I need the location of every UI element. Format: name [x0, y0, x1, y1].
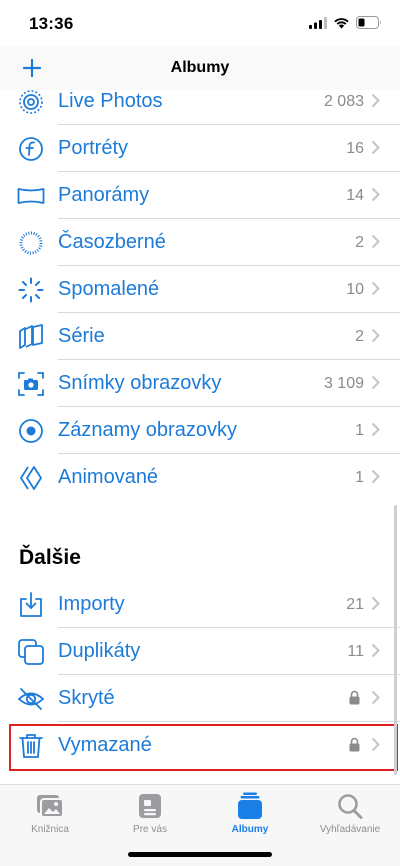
album-row-slomo[interactable]: Spomalené 10	[0, 266, 400, 313]
duplicates-icon	[18, 639, 44, 665]
hidden-eye-icon	[17, 688, 45, 710]
timelapse-icon	[19, 231, 43, 255]
animated-icon	[20, 466, 42, 490]
album-row-burst[interactable]: Série 2	[0, 313, 400, 360]
chevron-right-icon	[371, 690, 380, 705]
scroll-indicator[interactable]	[394, 505, 397, 775]
tab-for-you[interactable]: Pre vás	[100, 792, 200, 842]
chevron-right-icon	[371, 234, 380, 249]
status-icons	[309, 16, 382, 29]
album-count: 1	[355, 422, 364, 439]
panorama-icon	[17, 188, 45, 204]
screenshot-icon	[18, 372, 44, 396]
album-label: Importy	[58, 593, 125, 615]
album-label: Záznamy obrazovky	[58, 419, 237, 441]
album-count: 16	[346, 140, 364, 157]
home-indicator	[128, 852, 272, 857]
album-label: Duplikáty	[58, 640, 141, 662]
import-icon	[20, 592, 42, 617]
battery-icon	[356, 16, 381, 29]
album-label: Snímky obrazovky	[58, 372, 222, 394]
album-label: Skryté	[58, 687, 115, 709]
chevron-right-icon	[371, 93, 380, 108]
album-row-panoramas[interactable]: Panorámy 14	[0, 172, 400, 219]
albums-list[interactable]: Live Photos 2 083 Portréty 16 Panorámy 1…	[0, 90, 400, 784]
highlight-box	[9, 724, 398, 771]
wifi-icon	[334, 17, 349, 28]
for-you-icon	[139, 794, 161, 818]
status-time: 13:36	[29, 14, 74, 33]
chevron-right-icon	[371, 422, 380, 437]
chevron-right-icon	[371, 187, 380, 202]
album-label: Panorámy	[58, 184, 150, 206]
tab-label: Albumy	[231, 824, 269, 835]
tab-label: Pre vás	[133, 824, 167, 835]
album-label: Portréty	[58, 137, 129, 159]
navigation-bar: Albumy	[0, 46, 400, 90]
album-row-imports[interactable]: Importy 21	[0, 581, 400, 628]
chevron-right-icon	[371, 140, 380, 155]
tab-label: Vyhľadávanie	[319, 824, 381, 835]
album-row-animated[interactable]: Animované 1	[0, 454, 400, 501]
album-row-portraits[interactable]: Portréty 16	[0, 125, 400, 172]
albums-icon	[238, 792, 262, 819]
portrait-icon	[19, 137, 43, 161]
page-title: Albumy	[170, 59, 230, 76]
lock-icon	[349, 690, 360, 705]
chevron-right-icon	[371, 596, 380, 611]
album-row-screenshots[interactable]: Snímky obrazovky 3 109	[0, 360, 400, 407]
album-row-screen-recordings[interactable]: Záznamy obrazovky 1	[0, 407, 400, 454]
live-photo-icon	[19, 90, 43, 114]
chevron-right-icon	[371, 281, 380, 296]
library-icon	[37, 795, 64, 818]
album-label: Spomalené	[58, 278, 160, 300]
album-row-live-photos[interactable]: Live Photos 2 083	[0, 90, 400, 125]
slomo-icon	[18, 277, 44, 303]
album-count: 2	[355, 328, 364, 345]
album-label: Série	[58, 325, 105, 347]
album-row-timelapse[interactable]: Časozberné 2	[0, 219, 400, 266]
tab-label: Knižnica	[31, 824, 69, 835]
album-count: 21	[346, 596, 364, 613]
album-label: Animované	[58, 466, 159, 488]
album-label: Live Photos	[58, 90, 163, 112]
tab-albums[interactable]: Albumy	[200, 792, 300, 842]
album-count: 1	[355, 469, 364, 486]
tab-library[interactable]: Knižnica	[0, 792, 100, 842]
album-label: Časozberné	[58, 231, 166, 253]
tab-search[interactable]: Vyhľadávanie	[300, 792, 400, 842]
album-count: 11	[347, 643, 364, 660]
album-row-hidden[interactable]: Skryté	[0, 675, 400, 722]
chevron-right-icon	[371, 328, 380, 343]
screen-recording-icon	[19, 419, 43, 443]
album-count: 2	[355, 234, 364, 251]
chevron-right-icon	[371, 469, 380, 484]
search-icon	[338, 794, 363, 819]
chevron-right-icon	[371, 643, 380, 658]
status-bar: 13:36	[0, 0, 400, 46]
album-row-duplicates[interactable]: Duplikáty 11	[0, 628, 400, 675]
album-count: 2 083	[323, 93, 364, 110]
album-count: 14	[346, 187, 364, 204]
chevron-right-icon	[371, 375, 380, 390]
album-count: 3 109	[323, 375, 364, 392]
burst-icon	[19, 324, 43, 349]
cellular-signal-icon	[309, 16, 327, 29]
album-count: 10	[346, 281, 364, 298]
section-title-other: Ďalšie	[19, 546, 81, 569]
